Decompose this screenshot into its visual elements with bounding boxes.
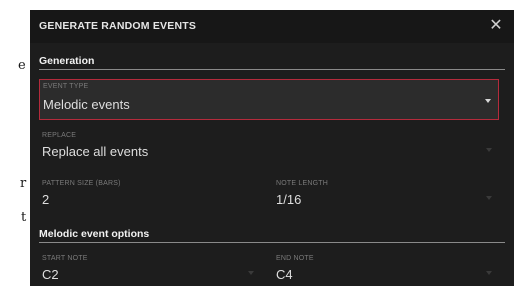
section-heading-generation: Generation [39, 55, 95, 67]
chevron-down-icon [486, 148, 492, 152]
generate-random-events-dialog: GENERATE RANDOM EVENTS ✕ Generation EVEN… [30, 10, 514, 286]
note-length-dropdown[interactable]: NOTE LENGTH 1/16 [273, 177, 499, 215]
background-text: t [21, 210, 27, 225]
field-label: PATTERN SIZE (BARS) [42, 180, 121, 187]
section-divider [39, 242, 505, 243]
section-heading-melodic: Melodic event options [39, 228, 150, 240]
start-note-dropdown[interactable]: START NOTE C2 [39, 252, 261, 286]
field-value: C4 [276, 267, 293, 282]
chevron-down-icon [485, 99, 491, 103]
field-value: Melodic events [43, 97, 130, 112]
replace-dropdown[interactable]: REPLACE Replace all events [39, 129, 499, 167]
pattern-size-field[interactable]: PATTERN SIZE (BARS) 2 [39, 177, 261, 215]
chevron-down-icon [248, 271, 254, 275]
background-text: r [20, 176, 27, 191]
field-value: C2 [42, 267, 59, 282]
field-label: START NOTE [42, 255, 88, 262]
field-label: EVENT TYPE [43, 83, 89, 90]
close-icon[interactable]: ✕ [488, 16, 504, 34]
background-text: e [18, 58, 26, 73]
dialog-titlebar: GENERATE RANDOM EVENTS ✕ [30, 10, 514, 43]
field-label: END NOTE [276, 255, 314, 262]
field-value: 1/16 [276, 192, 302, 207]
chevron-down-icon [486, 196, 492, 200]
field-label: NOTE LENGTH [276, 180, 328, 187]
chevron-down-icon [486, 271, 492, 275]
event-type-dropdown[interactable]: EVENT TYPE Melodic events [39, 79, 499, 120]
end-note-dropdown[interactable]: END NOTE C4 [273, 252, 499, 286]
dialog-title: GENERATE RANDOM EVENTS [39, 20, 197, 32]
section-divider [39, 69, 505, 70]
field-value: 2 [42, 192, 50, 207]
field-value: Replace all events [42, 144, 149, 159]
field-label: REPLACE [42, 132, 77, 139]
